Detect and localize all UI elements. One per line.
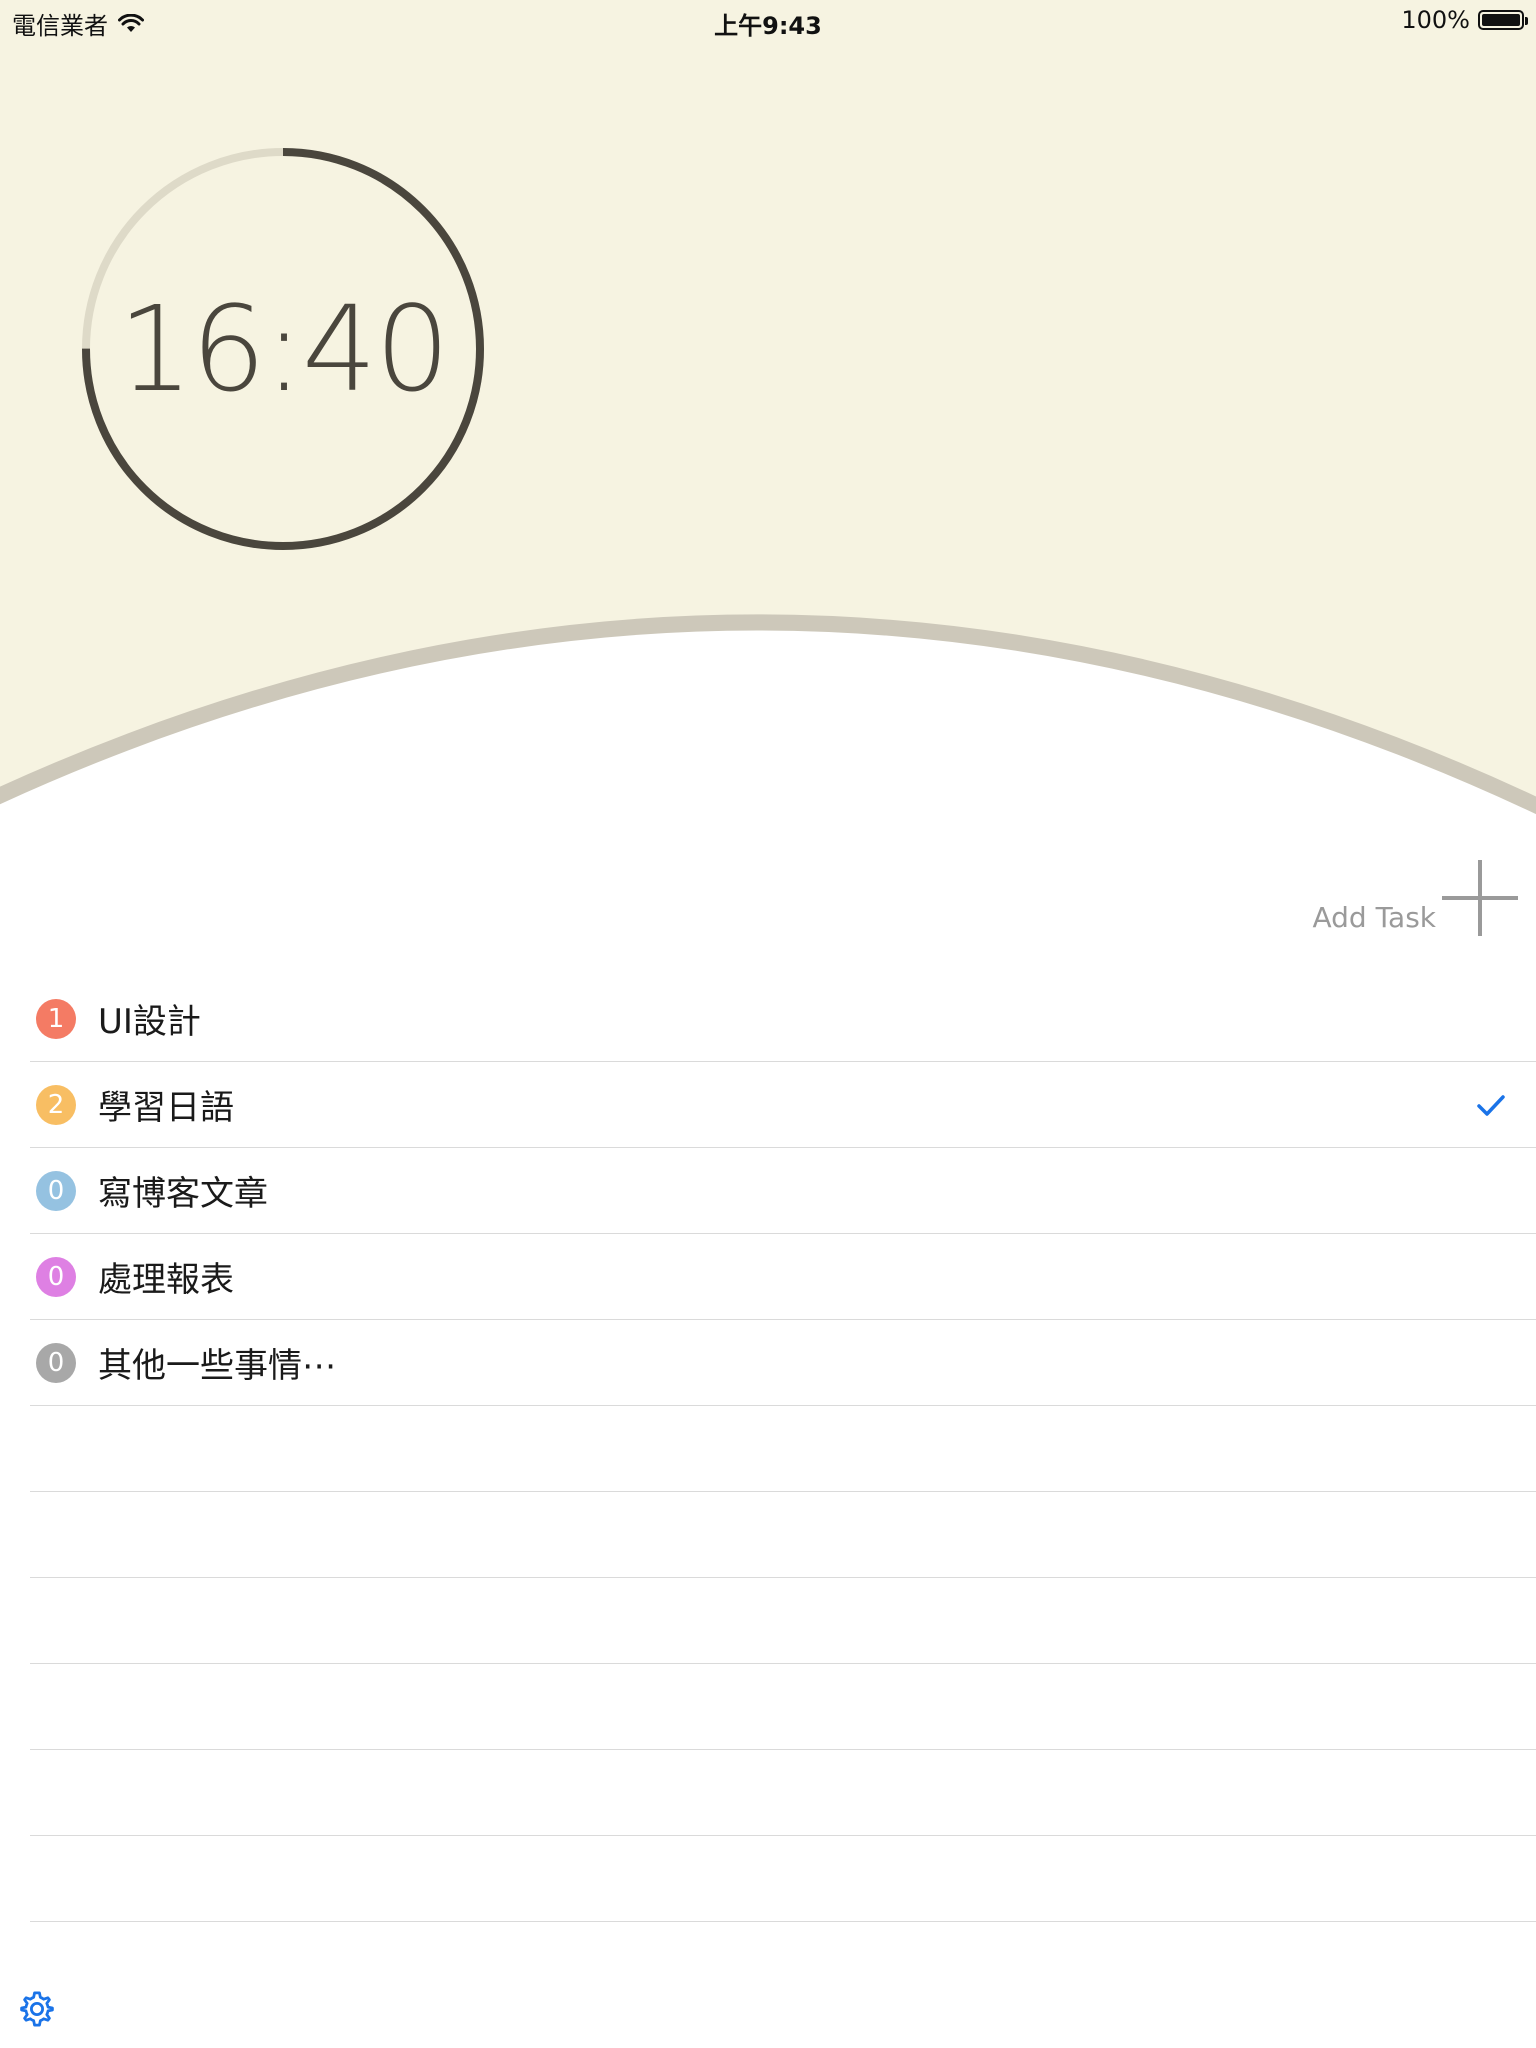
battery-fill bbox=[1482, 14, 1520, 26]
battery-icon bbox=[1478, 10, 1528, 30]
task-row[interactable]: 0 處理報表 bbox=[30, 1234, 1536, 1320]
status-bar: 電信業者 上午9:43 100% bbox=[0, 0, 1536, 40]
gear-icon bbox=[20, 1991, 54, 2027]
status-right: 100% bbox=[1401, 6, 1528, 34]
status-time: 上午9:43 bbox=[714, 12, 822, 40]
settings-button[interactable] bbox=[16, 1988, 58, 2030]
task-row[interactable]: 2 學習日語 bbox=[30, 1062, 1536, 1148]
task-name: 其他一些事情⋯ bbox=[98, 1346, 336, 1386]
empty-task-row bbox=[30, 1578, 1536, 1664]
panel-arc-divider bbox=[0, 614, 1536, 860]
empty-task-row bbox=[30, 1836, 1536, 1922]
timer-display: 16:40 bbox=[117, 280, 450, 418]
empty-task-row bbox=[30, 1492, 1536, 1578]
empty-task-row bbox=[30, 1406, 1536, 1492]
task-row[interactable]: 1 UI設計 bbox=[30, 976, 1536, 1062]
plus-icon bbox=[1442, 860, 1518, 936]
checkmark-icon bbox=[1477, 1094, 1505, 1116]
task-name: UI設計 bbox=[98, 1002, 201, 1042]
task-count-badge: 0 bbox=[36, 1256, 76, 1297]
task-count-badge: 0 bbox=[36, 1342, 76, 1383]
task-name: 寫博客文章 bbox=[98, 1174, 268, 1214]
task-count-badge: 0 bbox=[36, 1170, 76, 1211]
task-row[interactable]: 0 其他一些事情⋯ bbox=[30, 1320, 1536, 1406]
task-name: 處理報表 bbox=[98, 1260, 234, 1300]
task-name: 學習日語 bbox=[98, 1088, 234, 1128]
task-count-badge: 1 bbox=[36, 998, 76, 1039]
add-task-label: Add Task bbox=[1312, 900, 1436, 934]
empty-task-row bbox=[30, 1750, 1536, 1836]
task-row[interactable]: 0 寫博客文章 bbox=[30, 1148, 1536, 1234]
task-count-badge: 2 bbox=[36, 1084, 76, 1125]
timer-ring[interactable]: 16:40 bbox=[78, 144, 488, 554]
battery-percentage: 100% bbox=[1401, 6, 1470, 34]
add-task-button[interactable]: Add Task bbox=[1312, 860, 1518, 936]
empty-task-row bbox=[30, 1664, 1536, 1750]
task-list: 1 UI設計 2 學習日語 0 寫博客文章 0 處理報表 0 其他一些事情⋯ bbox=[30, 976, 1536, 1922]
